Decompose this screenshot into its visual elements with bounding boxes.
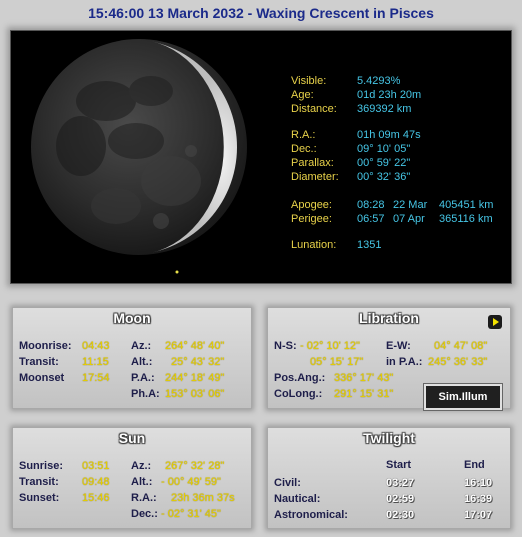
moon-pha-value: 153° 03' 06" [165,388,225,400]
window-title: 15:46:00 13 March 2032 - Waxing Crescent… [88,5,434,21]
perigee-label: Perigee: [291,213,332,225]
civil-end: 16:10 [464,477,493,489]
ew-label: E-W: [386,340,411,352]
sim-illum-button[interactable]: Sim.Illum [423,383,503,411]
dec-label: Dec.: [291,143,317,155]
moonrise-label: Moonrise: [19,340,72,352]
moon-pa-value: 244° 18' 49" [165,372,225,384]
perigee-distance: 365116 km [439,213,493,225]
lunation-label: Lunation: [291,239,337,251]
moonset-value: 17:54 [82,372,110,384]
posang-value: 336° 17' 43" [334,372,394,384]
apogee-label: Apogee: [291,199,332,211]
moon-alt-label: Alt.: [131,356,153,368]
moonrise-value: 04:43 [82,340,110,352]
twilight-box-title: Twilight [363,430,415,446]
ns-value: - 02° 10' 12" [300,340,360,352]
sun-alt-value: - 00° 49' 59" [161,476,221,488]
inpa-value: 245° 36' 33" [428,356,488,368]
moon-box: Moon Moonrise: 04:43 Transit: 11:15 Moon… [12,307,252,409]
colong-label: CoLong.: [274,388,323,400]
astronomical-label: Astronomical: [274,509,348,521]
next-arrow-button[interactable] [488,315,502,329]
moon-transit-label: Transit: [19,356,59,368]
apogee-date: 22 Mar [393,199,428,211]
perigee-time: 06:57 [357,213,385,225]
sun-alt-label: Alt.: [131,476,153,488]
parallax-label: Parallax: [291,157,334,169]
distance-value: 369392 km [357,103,412,115]
nautical-start: 02:59 [386,493,415,505]
sun-box: Sun Sunrise: 03:51 Transit: 09:48 Sunset… [12,427,252,529]
parallax-value: 00° 59' 22" [357,157,411,169]
sun-az-value: 267° 32' 28" [165,460,225,472]
perigee-date: 07 Apr [393,213,425,225]
posang-label: Pos.Ang.: [274,372,326,384]
ns-value-secondary: 05° 15' 17" [310,356,364,368]
moon-pa-label: P.A.: [131,372,155,384]
diameter-value: 00° 32' 36" [357,171,411,183]
apogee-distance: 405451 km [439,199,494,211]
nautical-label: Nautical: [274,493,321,505]
moon-transit-value: 11:15 [82,356,109,368]
diameter-label: Diameter: [291,171,339,183]
sun-ra-value: 23h 36m 37s [171,492,235,504]
twilight-end-header: End [464,459,485,471]
sun-transit-label: Transit: [19,476,59,488]
nautical-end: 16:39 [464,493,493,505]
sun-box-title: Sun [118,430,146,446]
age-value: 01d 23h 20m [357,89,422,101]
sunrise-value: 03:51 [82,460,110,472]
ra-label: R.A.: [291,129,316,141]
astronomical-end: 17:07 [464,509,493,521]
sun-ra-label: R.A.: [131,492,157,504]
dec-value: 09° 10' 05" [357,143,411,155]
visible-value: 5.4293% [357,75,401,87]
lunation-value: 1351 [357,239,382,251]
moon-alt-value: 25° 43' 32" [171,356,225,368]
twilight-start-header: Start [386,459,412,471]
sun-dec-value: - 02° 31' 45" [161,508,221,520]
ra-value: 01h 09m 47s [357,129,421,141]
sunrise-label: Sunrise: [19,460,64,472]
twilight-box: Twilight Start End Civil: 03:27 16:10 Na… [267,427,511,529]
sunset-label: Sunset: [19,492,60,504]
ew-value: 04° 47' 08" [434,340,488,352]
age-label: Age: [291,89,314,101]
sun-transit-value: 09:48 [82,476,110,488]
sun-dec-label: Dec.: [131,508,158,520]
distance-label: Distance: [291,103,337,115]
civil-label: Civil: [274,477,301,489]
sunset-value: 15:46 [82,492,110,504]
visible-label: Visible: [291,75,327,87]
libration-box-title: Libration [359,310,419,326]
moon-pha-label: Ph.A: [131,388,160,400]
civil-start: 03:27 [386,477,415,489]
moonset-label: Moonset [19,372,65,384]
moon-image [31,39,247,274]
play-arrow-icon [493,318,499,326]
moon-box-title: Moon [113,310,151,326]
colong-value: 291° 15' 31" [334,388,394,400]
inpa-label: in P.A.: [386,356,423,368]
astronomical-start: 02:30 [386,509,415,521]
sun-az-label: Az.: [131,460,152,472]
ns-label: N-S: [274,340,297,352]
moon-az-value: 264° 48' 40" [165,340,225,352]
moon-view-panel: Visible: 5.4293% Age: 01d 23h 20m Distan… [10,30,512,284]
libration-box: Libration N-S: - 02° 10' 12" 05° 15' 17"… [267,307,511,411]
moon-az-label: Az.: [131,340,152,352]
apogee-time: 08:28 [357,199,385,211]
